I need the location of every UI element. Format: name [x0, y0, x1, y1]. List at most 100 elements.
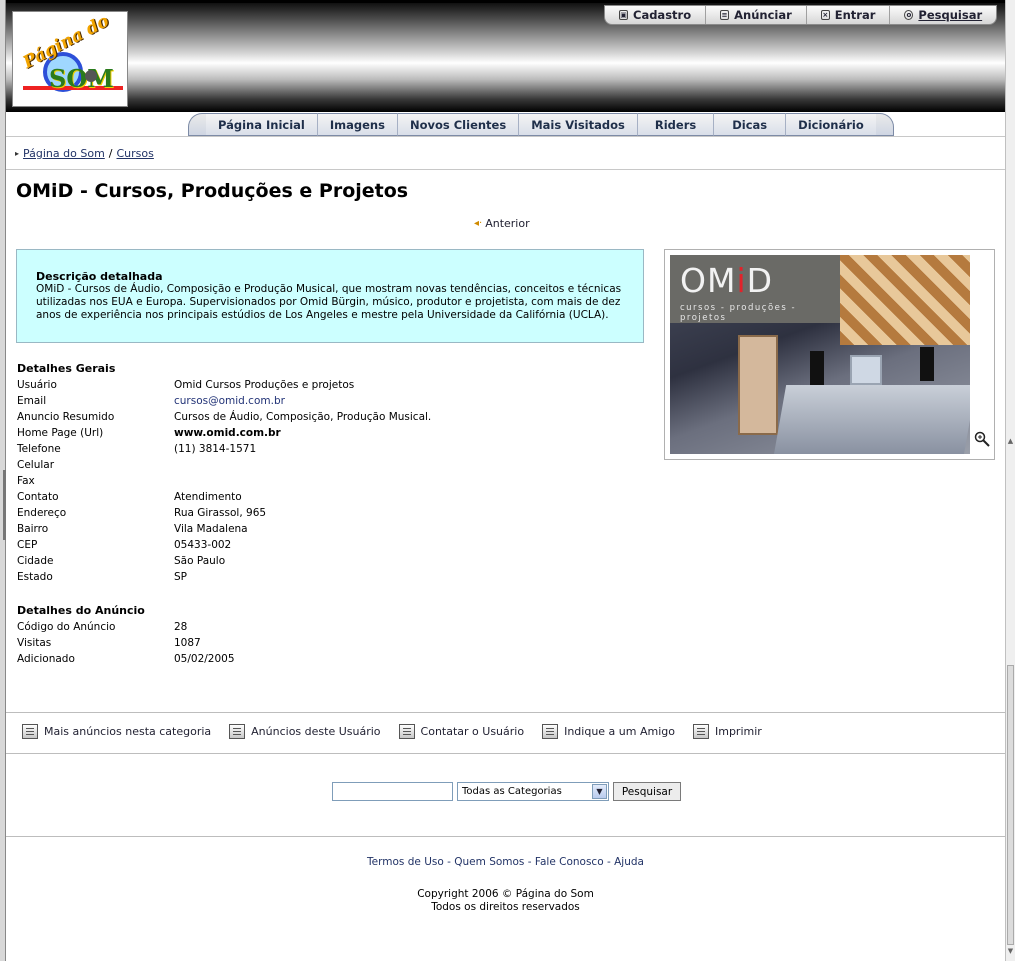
copyright: Copyright 2006 © Página do Som Todos os …: [6, 888, 1005, 914]
nav-entrar-label: Entrar: [834, 8, 876, 22]
scroll-up-arrow-icon[interactable]: ▲: [1007, 436, 1014, 446]
footer-separator: -: [443, 856, 455, 868]
tell-a-friend-link[interactable]: Indique a um Amigo: [542, 724, 675, 739]
nav-cadastro-label: Cadastro: [633, 8, 692, 22]
search-icon: o: [904, 10, 914, 20]
footer-link-termos[interactable]: Termos de Uso: [367, 856, 444, 868]
user-ads-link[interactable]: Anúncios deste Usuário: [229, 724, 381, 739]
tab-novos-clientes[interactable]: Novos Clientes: [396, 113, 519, 136]
action-label: Indique a um Amigo: [564, 725, 675, 738]
photo-monitor: [850, 355, 882, 385]
action-label: Mais anúncios nesta categoria: [44, 725, 212, 738]
description-box: Descrição detalhada OMiD - Cursos de Áud…: [16, 249, 644, 343]
nav-pesquisar[interactable]: o Pesquisar: [890, 6, 996, 24]
action-label: Imprimir: [714, 725, 762, 738]
breadcrumb-separator: /: [108, 147, 113, 160]
footer-link-fale-conosco[interactable]: Fale Conosco: [535, 856, 604, 868]
detail-key: CEP: [17, 539, 38, 551]
detail-key: Telefone: [17, 443, 61, 455]
detail-row: Adicionado 05/02/2005: [17, 651, 431, 667]
breadcrumb-bar: ▸ Página do Som / Cursos: [6, 136, 1005, 170]
logo-text-som: SOM: [49, 64, 114, 93]
login-icon: ×: [820, 10, 830, 20]
brand-om: OM: [680, 261, 737, 300]
scrollbar-thumb[interactable]: [1007, 665, 1014, 945]
search-input[interactable]: [332, 782, 453, 801]
footer-link-ajuda[interactable]: Ajuda: [614, 856, 644, 868]
breadcrumb-home-link[interactable]: Página do Som: [23, 147, 105, 160]
tab-dicionario[interactable]: Dicionário: [785, 113, 876, 136]
scroll-down-arrow-icon[interactable]: ▼: [1007, 946, 1014, 956]
detail-row: Fax: [17, 473, 431, 489]
detail-row: Anuncio Resumido Cursos de Áudio, Composi…: [17, 409, 431, 425]
description-heading: Descrição detalhada: [36, 270, 163, 283]
search-button[interactable]: Pesquisar: [613, 782, 681, 801]
detail-key: Estado: [17, 571, 53, 583]
photo-mixing-desk: [773, 385, 970, 454]
detail-value: Vila Madalena: [174, 523, 248, 535]
main-nav-left-cap: [188, 113, 206, 136]
general-details-heading: Detalhes Gerais: [17, 362, 116, 375]
detail-row: Home Page (Url) www.omid.com.br: [17, 425, 431, 441]
tab-imagens[interactable]: Imagens: [316, 113, 397, 136]
detail-row: CEP 05433-002: [17, 537, 431, 553]
contact-user-link[interactable]: Contatar o Usuário: [398, 724, 524, 739]
previous-label: Anterior: [485, 217, 530, 230]
contact-icon: [398, 724, 415, 739]
site-logo[interactable]: Página do SOM: [12, 11, 128, 107]
detail-key: Código do Anúncio: [17, 621, 116, 633]
detail-value: 05/02/2005: [174, 653, 235, 665]
main-nav: Página Inicial Imagens Novos Clientes Ma…: [188, 113, 894, 136]
nav-entrar[interactable]: × Entrar: [807, 6, 891, 24]
previous-link[interactable]: ◂· Anterior: [474, 217, 530, 230]
tab-riders[interactable]: Riders: [636, 113, 714, 136]
detail-row: Visitas 1087: [17, 635, 431, 651]
detail-key: Visitas: [17, 637, 52, 649]
lock-icon: ▣: [619, 10, 628, 20]
tab-mais-visitados[interactable]: Mais Visitados: [518, 113, 637, 136]
detail-row: Telefone (11) 3814-1571: [17, 441, 431, 457]
footer-separator: -: [603, 856, 615, 868]
detail-row: Contato Atendimento: [17, 489, 431, 505]
zoom-icon[interactable]: [974, 431, 990, 447]
breadcrumb-cursos-link[interactable]: Cursos: [117, 147, 154, 160]
detail-row: Cidade São Paulo: [17, 553, 431, 569]
detail-value: 1087: [174, 637, 201, 649]
listing-photo[interactable]: OMiD cursos - produções - projetos: [670, 255, 970, 454]
detail-key: Usuário: [17, 379, 57, 391]
photo-wall-panel: [840, 255, 970, 345]
print-link[interactable]: Imprimir: [692, 724, 762, 739]
chevron-down-icon: ▼: [592, 784, 607, 799]
previous-arrow-icon: ◂·: [474, 218, 483, 229]
email-link[interactable]: cursos@omid.com.br: [174, 393, 285, 409]
detail-value: Cursos de Áudio, Composição, Produção Mu…: [174, 411, 432, 423]
photo-brand-logo: OMiD: [680, 261, 773, 300]
listing-photo-frame: OMiD cursos - produções - projetos: [664, 249, 995, 460]
divider: [6, 712, 1005, 713]
category-select[interactable]: Todas as Categorias ▼: [457, 782, 609, 801]
tab-pagina-inicial[interactable]: Página Inicial: [206, 113, 317, 136]
search-form: Todas as Categorias ▼ Pesquisar: [332, 782, 681, 801]
top-nav: ▣ Cadastro ≡ Anúnciar × Entrar o Pesquis…: [604, 5, 998, 25]
nav-cadastro[interactable]: ▣ Cadastro: [605, 6, 707, 24]
nav-anunciar[interactable]: ≡ Anúnciar: [706, 6, 807, 24]
detail-row: Email cursos@omid.com.br: [17, 393, 431, 409]
detail-key: Endereço: [17, 507, 67, 519]
footer-link-quem-somos[interactable]: Quem Somos: [454, 856, 524, 868]
photo-speaker: [810, 351, 824, 385]
category-select-value: Todas as Categorias: [462, 786, 562, 797]
tab-dicas[interactable]: Dicas: [713, 113, 786, 136]
nav-pesquisar-label: Pesquisar: [918, 8, 983, 22]
printer-icon: [692, 724, 709, 739]
brand-i: i: [736, 261, 747, 300]
detail-key: Contato: [17, 491, 59, 503]
divider: [6, 836, 1005, 837]
detail-key: Cidade: [17, 555, 54, 567]
nav-anunciar-label: Anúnciar: [734, 8, 792, 22]
actions-bar: Mais anúncios nesta categoria Anúncios d…: [22, 724, 780, 739]
user-ads-icon: [229, 724, 246, 739]
more-in-category-link[interactable]: Mais anúncios nesta categoria: [22, 724, 211, 739]
detail-key: Fax: [17, 475, 35, 487]
listing-details: Detalhes Gerais Usuário Omid Cursos Produ…: [17, 361, 431, 667]
homepage-link[interactable]: www.omid.com.br: [174, 425, 281, 441]
